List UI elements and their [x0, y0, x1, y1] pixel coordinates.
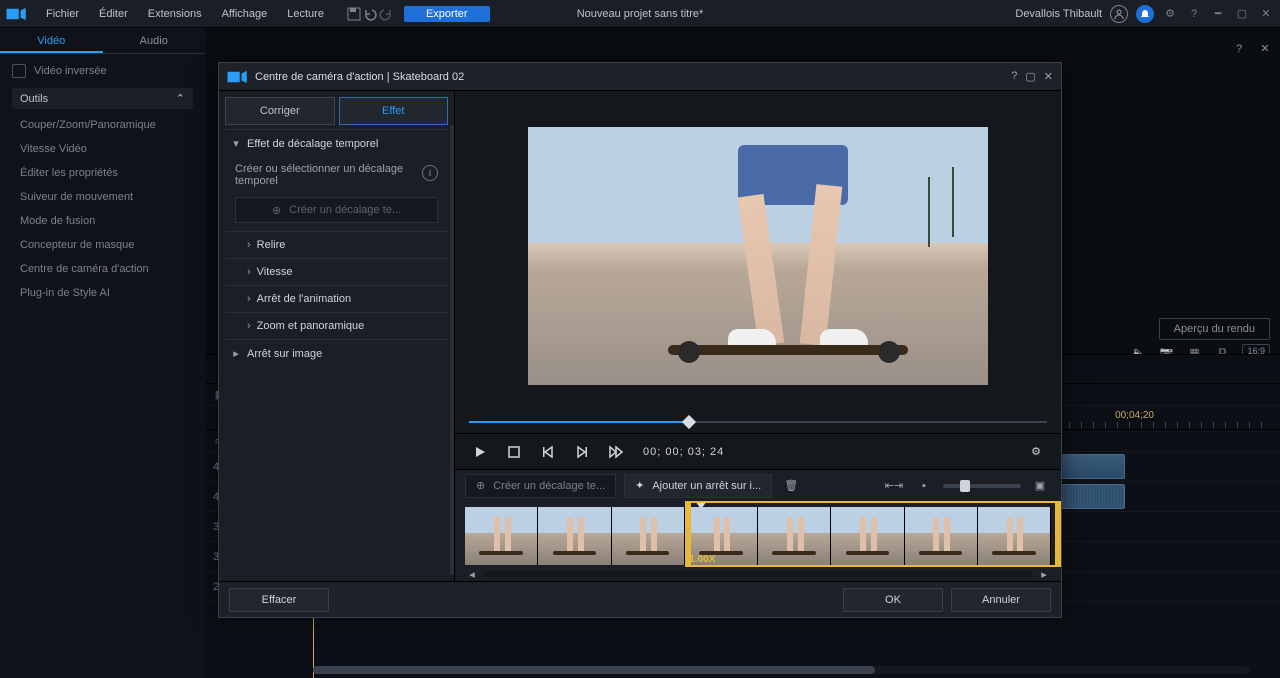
selection-speed-label: 1.00X	[689, 554, 715, 565]
play-icon[interactable]	[469, 441, 491, 463]
cancel-button[interactable]: Annuler	[951, 588, 1051, 612]
filmstrip-thumb[interactable]	[465, 507, 538, 565]
tool-add-freeze[interactable]: ✦ Ajouter un arrêt sur i...	[624, 474, 772, 498]
clear-button[interactable]: Effacer	[229, 588, 329, 612]
modal-backdrop: Centre de caméra d'action | Skateboard 0…	[0, 0, 1280, 678]
section-label: Arrêt sur image	[247, 348, 322, 360]
zoom-fit-icon[interactable]: ▣	[1029, 475, 1051, 497]
modal-titlebar[interactable]: Centre de caméra d'action | Skateboard 0…	[219, 63, 1061, 91]
modal-left-panel: Corriger Effet ▾ Effet de décalage tempor…	[219, 91, 455, 581]
scrub-bar[interactable]	[455, 411, 1061, 433]
filmstrip-thumb[interactable]	[831, 507, 904, 565]
sub-label: Zoom et panoramique	[257, 320, 365, 332]
modal-close-icon[interactable]: ✕	[1044, 70, 1053, 83]
action-cam-modal: Centre de caméra d'action | Skateboard 0…	[218, 62, 1062, 618]
transport-controls: 00; 00; 03; 24 ⚙	[455, 433, 1061, 469]
filmstrip-thumb[interactable]	[612, 507, 685, 565]
sub-zoom-pan[interactable]: › Zoom et panoramique	[225, 312, 448, 339]
modal-title: Centre de caméra d'action | Skateboard 0…	[255, 71, 464, 83]
section-label: Effet de décalage temporel	[247, 138, 378, 150]
triangle-down-icon: ▾	[231, 137, 241, 150]
modal-help-icon[interactable]: ?	[1011, 70, 1017, 83]
modal-maximize-icon[interactable]: ▢	[1025, 70, 1035, 83]
plus-icon: ⊕	[272, 204, 281, 217]
modal-footer: Effacer OK Annuler	[219, 581, 1061, 617]
scroll-right-icon[interactable]: ▸	[1037, 568, 1051, 581]
fast-forward-icon[interactable]	[605, 441, 627, 463]
filmstrip-thumb[interactable]	[905, 507, 978, 565]
scroll-left-icon[interactable]: ◂	[465, 568, 479, 581]
filmstrip-thumb[interactable]	[978, 507, 1051, 565]
sub-label: Relire	[257, 239, 286, 251]
modal-toolbar: ⊕ Créer un décalage te... ✦ Ajouter un a…	[455, 469, 1061, 501]
transport-settings-icon[interactable]: ⚙	[1025, 441, 1047, 463]
preview-frame[interactable]	[528, 127, 988, 385]
modal-right-panel: 00; 00; 03; 24 ⚙ ⊕ Créer un décalage te.…	[455, 91, 1061, 581]
chevron-right-icon: ›	[247, 239, 251, 251]
preview-area	[455, 91, 1061, 411]
triangle-right-icon: ▸	[231, 347, 241, 360]
plus-icon: ⊕	[476, 479, 485, 492]
step-forward-icon[interactable]	[571, 441, 593, 463]
left-panel-scrollbar[interactable]	[450, 125, 454, 575]
create-timeshift-label: Créer un décalage te...	[289, 204, 401, 216]
sub-label: Vitesse	[257, 266, 293, 278]
zoom-slider[interactable]	[943, 484, 1021, 488]
stop-icon[interactable]	[503, 441, 525, 463]
sub-speed[interactable]: › Vitesse	[225, 258, 448, 285]
modal-logo-icon	[227, 69, 249, 85]
zoom-out-icon[interactable]: ▪	[913, 475, 935, 497]
step-back-icon[interactable]	[537, 441, 559, 463]
chevron-right-icon: ›	[247, 293, 251, 305]
chevron-right-icon: ›	[247, 320, 251, 332]
section-freeze-frame[interactable]: ▸ Arrêt sur image	[225, 340, 448, 367]
selection-handle-right[interactable]	[1055, 501, 1061, 567]
scrub-handle[interactable]	[682, 415, 696, 429]
filmstrip[interactable]: 1.00X	[455, 501, 1061, 567]
ok-button[interactable]: OK	[843, 588, 943, 612]
description-text: Créer ou sélectionner un décalage tempor…	[235, 163, 414, 187]
sub-label: Arrêt de l'animation	[257, 293, 351, 305]
filmstrip-thumb[interactable]	[538, 507, 611, 565]
freeze-target-icon: ✦	[635, 479, 644, 492]
tab-fix[interactable]: Corriger	[225, 97, 335, 125]
zoom-slider-handle[interactable]	[960, 480, 970, 492]
tool-label: Ajouter un arrêt sur i...	[652, 480, 761, 492]
tool-label: Créer un décalage te...	[493, 480, 605, 492]
tab-effect[interactable]: Effet	[339, 97, 449, 125]
filmstrip-thumb[interactable]	[758, 507, 831, 565]
sub-stop-motion[interactable]: › Arrêt de l'animation	[225, 285, 448, 312]
info-icon[interactable]: i	[422, 165, 438, 181]
sub-replay[interactable]: › Relire	[225, 231, 448, 258]
timeshift-description: Créer ou sélectionner un décalage tempor…	[225, 157, 448, 193]
mark-in-out-icon[interactable]: ⇤⇥	[883, 475, 905, 497]
section-timeshift[interactable]: ▾ Effet de décalage temporel	[225, 130, 448, 157]
chevron-right-icon: ›	[247, 266, 251, 278]
tool-create-timeshift[interactable]: ⊕ Créer un décalage te...	[465, 474, 616, 498]
filmstrip-scrollbar[interactable]: ◂ ▸	[455, 567, 1061, 581]
delete-icon[interactable]: 🗑	[780, 475, 802, 497]
timecode: 00; 00; 03; 24	[643, 446, 724, 458]
create-timeshift-button[interactable]: ⊕ Créer un décalage te...	[235, 197, 438, 223]
